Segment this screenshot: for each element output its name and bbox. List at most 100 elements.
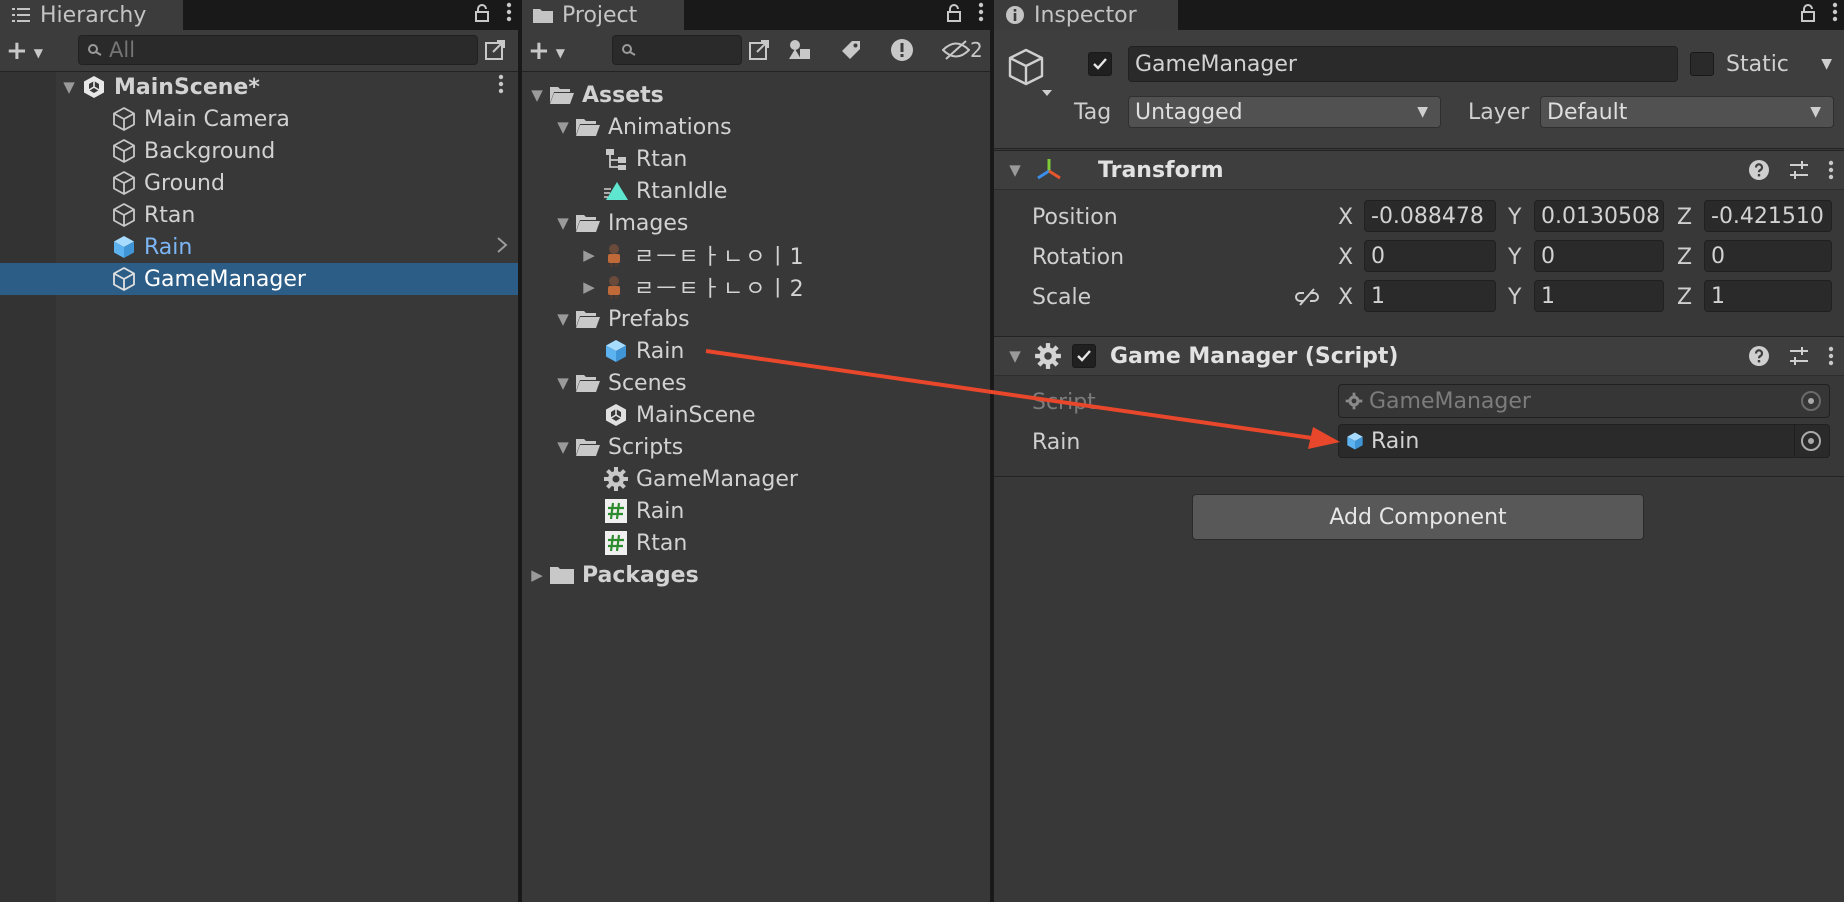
project-search[interactable] [612,35,742,65]
lock-icon[interactable] [1800,3,1816,28]
hierarchy-item-gamemanager[interactable]: GameManager [0,263,518,295]
hierarchy-item-main-camera[interactable]: Main Camera [0,103,518,135]
help-icon[interactable] [1748,345,1770,373]
scene-kebab-icon[interactable] [498,74,504,100]
project-asset-rtanidle[interactable]: RtanIdle [522,175,990,207]
add-component-button[interactable]: Add Component [1192,494,1644,540]
hierarchy-tab[interactable]: Hierarchy [0,0,183,30]
tree-label: RtanIdle [636,178,728,204]
project-folder-prefabs[interactable]: ▼ Prefabs [522,303,990,335]
layer-dropdown[interactable]: Default ▼ [1540,96,1834,128]
lock-icon[interactable] [474,3,490,28]
scale-y-field[interactable]: 1 [1534,280,1664,312]
prefab-cube-icon [1345,431,1365,451]
filter-by-label-icon[interactable] [836,35,866,65]
expand-triangle-icon[interactable]: ▶ [578,244,600,266]
project-folder-images[interactable]: ▼ Images [522,207,990,239]
position-x-field[interactable]: -0.088478 [1364,200,1496,232]
collapse-triangle-icon[interactable]: ▼ [1004,159,1026,181]
presets-icon[interactable] [1788,159,1810,187]
project-tab[interactable]: Project [522,0,684,30]
animator-controller-icon [602,145,630,173]
object-name-field[interactable]: GameManager [1128,46,1678,82]
kebab-menu-icon[interactable] [506,2,512,28]
scale-z-value: 1 [1711,283,1725,309]
gameobject-cube-icon[interactable] [1006,46,1054,104]
static-dropdown-icon[interactable]: ▼ [1821,56,1832,72]
hierarchy-item-label: Background [144,138,276,164]
hierarchy-item-rtan[interactable]: Rtan [0,199,518,231]
chevron-right-icon[interactable] [496,235,508,260]
kebab-menu-icon[interactable] [1828,346,1834,372]
expand-triangle-icon[interactable]: ▶ [578,276,600,298]
hierarchy-search[interactable] [78,35,478,65]
rotation-z-field[interactable]: 0 [1704,240,1832,272]
kebab-menu-icon[interactable] [1832,2,1838,28]
project-asset-rtan-controller[interactable]: Rtan [522,143,990,175]
position-z-field[interactable]: -0.421510 [1704,200,1832,232]
expand-triangle-icon[interactable]: ▼ [526,84,548,106]
project-folder-packages[interactable]: ▶ Packages [522,559,990,591]
presets-icon[interactable] [1788,345,1810,373]
static-checkbox[interactable] [1690,52,1714,76]
help-icon[interactable] [1748,159,1770,187]
project-folder-scenes[interactable]: ▼ Scenes [522,367,990,399]
position-y-field[interactable]: 0.0130508 [1534,200,1664,232]
kebab-menu-icon[interactable] [1828,160,1834,186]
sprite-thumbnail-icon [600,273,628,301]
rotation-y-field[interactable]: 0 [1534,240,1664,272]
hierarchy-tab-bar: Hierarchy [0,0,518,30]
project-search-input[interactable] [643,38,741,62]
project-asset-rtan-script[interactable]: Rtan [522,527,990,559]
chevron-down-icon: ▼ [1810,104,1821,120]
inspector-tab[interactable]: Inspector [994,0,1178,30]
hidden-packages-icon[interactable]: 2 [942,35,986,65]
collapse-triangle-icon[interactable]: ▼ [1004,345,1026,367]
active-checkbox[interactable] [1088,52,1112,76]
tag-dropdown[interactable]: Untagged ▼ [1128,96,1441,128]
project-folder-assets[interactable]: ▼ Assets [522,79,990,111]
tree-label: Rtan [636,530,688,556]
hierarchy-search-input[interactable] [109,38,477,62]
search-window-button[interactable] [744,35,774,65]
scene-visibility-button[interactable] [480,35,510,65]
create-asset-button[interactable]: + ▼ [528,36,578,66]
hierarchy-item-background[interactable]: Background [0,135,518,167]
expand-triangle-icon[interactable]: ▼ [552,212,574,234]
project-asset-sprite-2[interactable]: ▶ ㄹㅡㅌㅏㄴㅇㅣ2 [522,271,990,303]
scene-row[interactable]: ▼ MainScene* [0,71,518,103]
animation-clip-icon [602,177,630,205]
create-button[interactable]: + ▼ [6,36,56,66]
csharp-script-icon [602,497,630,525]
project-folder-scripts[interactable]: ▼ Scripts [522,431,990,463]
object-picker-icon[interactable] [1801,431,1821,451]
hierarchy-item-ground[interactable]: Ground [0,167,518,199]
expand-triangle-icon[interactable]: ▼ [552,116,574,138]
project-asset-rain-prefab[interactable]: Rain [522,335,990,367]
expand-triangle-icon[interactable]: ▼ [552,372,574,394]
project-folder-animations[interactable]: ▼ Animations [522,111,990,143]
project-asset-rain-script[interactable]: Rain [522,495,990,527]
gear-icon [1345,392,1363,410]
rotation-x-field[interactable]: 0 [1364,240,1496,272]
expand-triangle-icon[interactable]: ▼ [58,76,80,98]
script-enabled-checkbox[interactable] [1072,344,1096,368]
script-component-header[interactable]: ▼ Game Manager (Script) [994,336,1844,376]
hierarchy-item-rain[interactable]: Rain [0,231,518,263]
project-asset-mainscene[interactable]: MainScene [522,399,990,431]
warning-filter-icon[interactable] [887,35,917,65]
rain-object-field[interactable]: Rain [1338,424,1830,458]
transform-header[interactable]: ▼ Transform [994,150,1844,190]
project-asset-gamemanager[interactable]: GameManager [522,463,990,495]
expand-triangle-icon[interactable]: ▼ [552,308,574,330]
scale-x-field[interactable]: 1 [1364,280,1496,312]
lock-icon[interactable] [946,3,962,28]
unlink-icon[interactable] [1294,287,1320,313]
expand-triangle-icon[interactable]: ▼ [552,436,574,458]
project-asset-sprite-1[interactable]: ▶ ㄹㅡㅌㅏㄴㅇㅣ1 [522,239,990,271]
scale-z-field[interactable]: 1 [1704,280,1832,312]
kebab-menu-icon[interactable] [978,2,984,28]
sprite-thumbnail-icon [600,241,628,269]
expand-triangle-icon[interactable]: ▶ [526,564,548,586]
filter-by-type-icon[interactable] [785,35,815,65]
